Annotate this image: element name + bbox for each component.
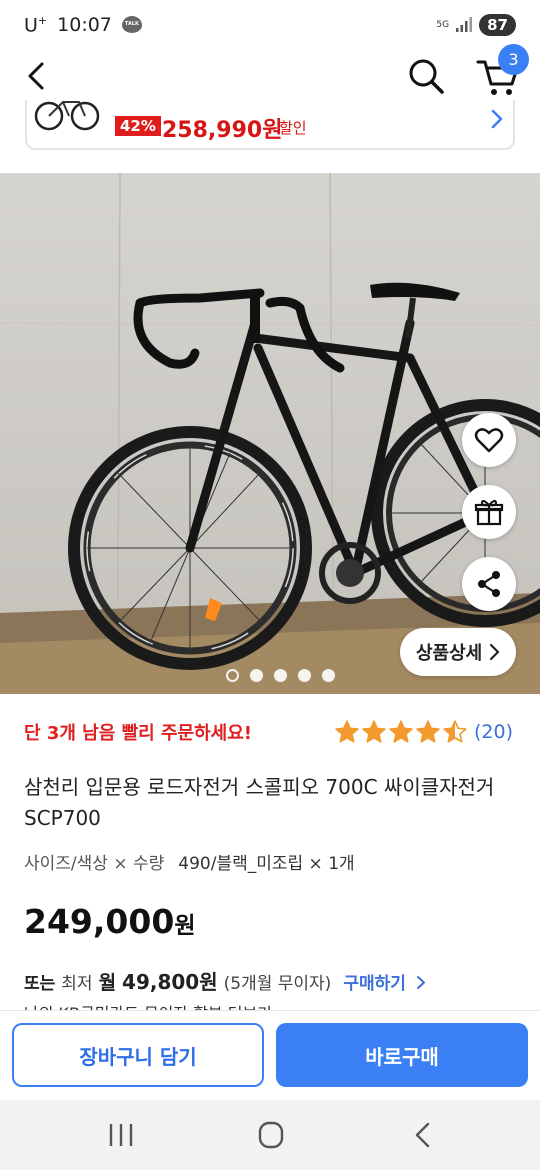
promo-label: 할인 — [279, 119, 307, 137]
system-navigation-bar — [0, 1100, 540, 1170]
promo-price: 258,990원 — [162, 118, 283, 143]
chevron-right-icon — [491, 109, 503, 129]
product-detail-button[interactable]: 상품상세 — [400, 628, 517, 676]
product-title: 삼천리 입문용 로드자전거 스콜피오 700C 싸이클자전거 SCP700 — [24, 775, 495, 830]
star-icon — [335, 720, 359, 743]
share-icon — [478, 571, 500, 597]
gallery-dot[interactable] — [226, 669, 239, 682]
product-price: 249,000 원 — [24, 902, 195, 941]
status-bar: U+ 10:07 TALK 5G 87 — [0, 0, 540, 50]
rating-stars — [334, 719, 468, 745]
heart-icon — [474, 428, 504, 453]
chevron-right-icon — [490, 643, 500, 661]
gallery-dot[interactable] — [274, 669, 287, 682]
back-arrow-icon[interactable] — [18, 56, 54, 96]
chevron-right-icon — [416, 976, 425, 989]
product-photo-bicycle — [0, 173, 540, 694]
promo-discount-badge: 42% — [115, 116, 161, 136]
installment-row: 또는 최저 월 49,800원 (5개월 무이자) 구매하기 — [24, 966, 426, 995]
search-icon[interactable] — [404, 54, 448, 98]
rating-summary[interactable]: (20) — [334, 719, 513, 745]
wishlist-button[interactable] — [462, 413, 516, 467]
status-left: U+ 10:07 TALK — [24, 14, 142, 36]
gift-button[interactable] — [462, 485, 516, 539]
add-to-cart-button[interactable]: 장바구니 담기 — [12, 1023, 264, 1087]
promo-bike-thumbnail — [34, 101, 100, 131]
product-image-gallery[interactable]: 상품상세 — [0, 173, 540, 694]
installment-period: (5개월 무이자) — [223, 974, 332, 994]
gallery-dot[interactable] — [298, 669, 311, 682]
installment-or: 또는 — [24, 974, 56, 994]
home-icon[interactable] — [251, 1120, 291, 1150]
promo-card[interactable]: 42% 258,990원 할인 — [25, 100, 515, 150]
carrier-label: U+ — [24, 13, 48, 37]
price-number: 249,000 — [24, 902, 175, 941]
signal-icon — [456, 17, 473, 32]
kakaotalk-icon: TALK — [121, 16, 142, 34]
gallery-dot[interactable] — [322, 669, 335, 682]
option-label: 사이즈/색상 × 수량 — [24, 854, 165, 874]
recent-apps-icon[interactable] — [101, 1120, 141, 1150]
gallery-dots — [226, 669, 335, 682]
review-count[interactable]: (20) — [474, 721, 513, 743]
selected-option[interactable]: 사이즈/색상 × 수량 490/블랙_미조립 × 1개 — [24, 849, 355, 874]
status-right: 5G 87 — [436, 14, 516, 36]
star-icon — [443, 720, 467, 743]
installment-month: 월 — [98, 972, 117, 994]
network-badge: 5G — [436, 19, 450, 30]
battery-level: 87 — [479, 14, 516, 36]
installment-buy-link[interactable]: 구매하기 — [343, 969, 425, 994]
cart-count-badge: 3 — [498, 44, 529, 75]
buy-now-button[interactable]: 바로구매 — [276, 1023, 528, 1087]
share-button[interactable] — [462, 557, 516, 611]
bottom-action-bar: 장바구니 담기 바로구매 — [0, 1010, 540, 1100]
top-nav — [0, 50, 540, 102]
star-icon — [416, 720, 440, 743]
gallery-dot[interactable] — [250, 669, 263, 682]
gift-icon — [474, 499, 504, 526]
status-time: 10:07 — [57, 13, 112, 36]
back-icon[interactable] — [404, 1120, 444, 1150]
product-detail-label: 상품상세 — [416, 643, 483, 664]
installment-amount: 49,800원 — [122, 970, 218, 994]
star-icon — [389, 720, 413, 743]
star-icon — [362, 720, 386, 743]
price-unit: 원 — [174, 913, 196, 939]
stock-warning: 단 3개 남음 빨리 주문하세요! — [24, 723, 252, 744]
option-value: 490/블랙_미조립 × 1개 — [178, 854, 355, 874]
installment-min: 최저 — [61, 974, 93, 994]
card-benefit-note[interactable]: 나의 KB국민카드 무이자 할부 더보기 — [24, 1000, 272, 1010]
